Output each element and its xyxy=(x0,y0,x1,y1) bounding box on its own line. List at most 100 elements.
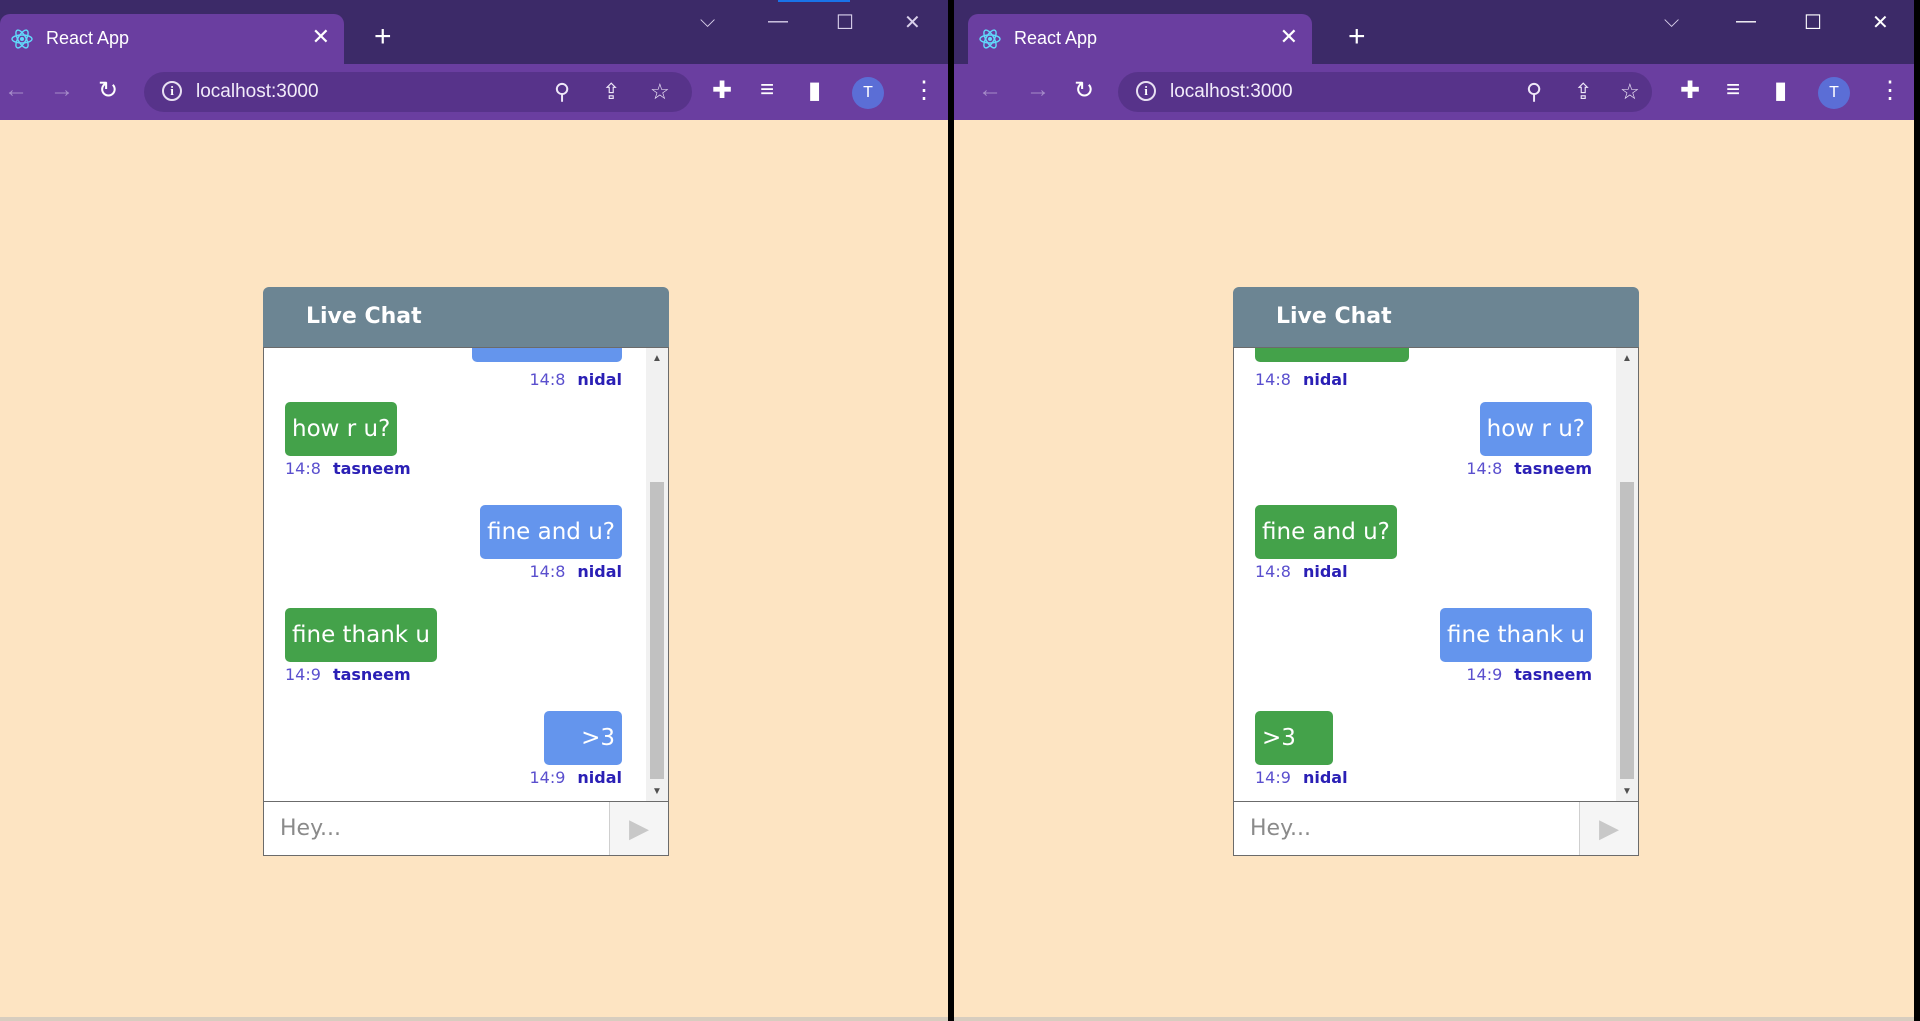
browser-window-right: React App ✕ + ⌵ — ☐ ✕ ← → ↻ i localhost:… xyxy=(954,0,1914,1021)
message-author: nidal xyxy=(1302,562,1348,581)
scroll-up-icon[interactable]: ▲ xyxy=(1620,353,1634,364)
browser-toolbar: ← → ↻ i localhost:3000 ⚲ ⇪ ☆ ✚ ≡ ▮ T ⋮ xyxy=(0,64,948,120)
back-arrow-icon[interactable]: ← xyxy=(978,76,1002,104)
reload-icon[interactable]: ↻ xyxy=(1074,76,1094,105)
scrollbar-thumb[interactable] xyxy=(650,482,664,779)
message-author: tasneem xyxy=(1514,459,1592,478)
message-time: 14:9 xyxy=(285,665,321,684)
message-item: 14:8 nidal xyxy=(472,348,622,389)
message-time: 14:8 xyxy=(1255,370,1291,389)
window-bottom-edge xyxy=(954,1017,1914,1021)
maximize-button[interactable]: ☐ xyxy=(836,10,854,35)
chat-title: Live Chat xyxy=(1276,304,1392,329)
message-bubble: fine and u? xyxy=(1255,505,1397,559)
message-time: 14:8 xyxy=(1255,562,1291,581)
message-author: tasneem xyxy=(332,459,411,478)
message-bubble: fine and u? xyxy=(480,505,622,559)
tab-search-icon[interactable]: ⌵ xyxy=(1664,10,1679,33)
media-control-icon[interactable]: ≡ xyxy=(1726,76,1740,104)
side-panel-icon[interactable]: ▮ xyxy=(808,76,821,105)
browser-tab[interactable]: React App ✕ xyxy=(968,14,1312,64)
message-time: 14:8 xyxy=(529,562,566,581)
message-meta: 14:8 nidal xyxy=(1255,370,1409,389)
chat-footer: ▶ xyxy=(1233,801,1639,856)
window-bottom-edge xyxy=(0,1017,948,1021)
message-meta: 14:9 tasneem xyxy=(285,665,437,684)
chat-title: Live Chat xyxy=(306,304,422,329)
message-item: fine and u? 14:8 nidal xyxy=(480,505,622,581)
reload-icon[interactable]: ↻ xyxy=(98,76,118,105)
close-window-button[interactable]: ✕ xyxy=(904,10,921,35)
send-button[interactable]: ▶ xyxy=(610,802,668,855)
minimize-button[interactable]: — xyxy=(768,10,788,33)
message-meta: 14:8 nidal xyxy=(472,370,622,389)
close-window-button[interactable]: ✕ xyxy=(1872,10,1889,35)
message-meta: 14:8 nidal xyxy=(480,562,622,581)
message-time: 14:8 xyxy=(529,370,566,389)
zoom-icon[interactable]: ⚲ xyxy=(554,79,570,105)
loading-strip xyxy=(778,0,850,2)
extensions-icon[interactable]: ✚ xyxy=(1680,76,1700,105)
back-arrow-icon[interactable]: ← xyxy=(4,76,28,104)
send-button[interactable]: ▶ xyxy=(1580,802,1638,855)
forward-arrow-icon[interactable]: → xyxy=(1026,76,1050,104)
browser-menu-icon[interactable]: ⋮ xyxy=(1878,76,1902,105)
message-item: how r u? 14:8 tasneem xyxy=(285,402,411,478)
chat-scrollbar[interactable]: ▲ ▼ xyxy=(646,348,668,801)
message-bubble: how r u? xyxy=(285,402,398,456)
browser-tab[interactable]: React App ✕ xyxy=(0,14,344,64)
profile-avatar[interactable]: T xyxy=(1818,77,1850,109)
message-item: how r u? 14:8 tasneem xyxy=(1466,402,1592,478)
bookmark-star-icon[interactable]: ☆ xyxy=(1620,79,1640,105)
message-item: fine thank u 14:9 tasneem xyxy=(285,608,437,684)
address-bar[interactable]: i localhost:3000 ⚲ ⇪ ☆ xyxy=(1118,72,1652,112)
message-time: 14:8 xyxy=(285,459,321,478)
scroll-up-icon[interactable]: ▲ xyxy=(650,353,664,364)
title-bar: React App ✕ + ⌵ — ☐ ✕ xyxy=(954,0,1914,64)
message-input[interactable] xyxy=(264,802,610,855)
address-bar[interactable]: i localhost:3000 ⚲ ⇪ ☆ xyxy=(144,72,692,112)
new-tab-button[interactable]: + xyxy=(374,20,392,54)
share-icon[interactable]: ⇪ xyxy=(602,79,620,105)
bookmark-star-icon[interactable]: ☆ xyxy=(650,79,670,105)
chat-header: Live Chat xyxy=(1233,287,1639,347)
scrollbar-thumb[interactable] xyxy=(1620,482,1634,779)
site-info-icon[interactable]: i xyxy=(1136,81,1156,101)
url-text: localhost:3000 xyxy=(196,81,319,102)
media-control-icon[interactable]: ≡ xyxy=(760,76,774,104)
site-info-icon[interactable]: i xyxy=(162,81,182,101)
tab-search-icon[interactable]: ⌵ xyxy=(700,10,715,33)
side-panel-icon[interactable]: ▮ xyxy=(1774,76,1787,105)
message-meta: 14:8 nidal xyxy=(1255,562,1397,581)
scroll-down-icon[interactable]: ▼ xyxy=(650,786,664,797)
tab-title: React App xyxy=(1014,28,1098,48)
zoom-icon[interactable]: ⚲ xyxy=(1526,79,1542,105)
chat-messages[interactable]: 14:8 nidal how r u? 14:8 tasneem fine and … xyxy=(263,347,669,802)
tab-title: React App xyxy=(46,28,130,48)
scroll-down-icon[interactable]: ▼ xyxy=(1620,786,1634,797)
extensions-icon[interactable]: ✚ xyxy=(712,76,732,105)
message-time: 14:8 xyxy=(1466,459,1503,478)
minimize-button[interactable]: — xyxy=(1736,10,1756,33)
message-item: >3 14:9 nidal xyxy=(529,711,622,787)
close-tab-icon[interactable]: ✕ xyxy=(1280,24,1298,50)
browser-menu-icon[interactable]: ⋮ xyxy=(912,76,936,105)
message-time: 14:9 xyxy=(1255,768,1291,787)
chat-scrollbar[interactable]: ▲ ▼ xyxy=(1616,348,1638,801)
message-meta: 14:9 tasneem xyxy=(1440,665,1592,684)
chat-messages[interactable]: 14:8 nidal how r u? 14:8 tasneem fine and … xyxy=(1233,347,1639,802)
message-bubble xyxy=(1255,348,1409,362)
message-time: 14:9 xyxy=(529,768,566,787)
close-tab-icon[interactable]: ✕ xyxy=(312,24,330,50)
message-author: nidal xyxy=(577,768,622,787)
chat-header: Live Chat xyxy=(263,287,669,347)
share-icon[interactable]: ⇪ xyxy=(1574,79,1592,105)
chat-footer: ▶ xyxy=(263,801,669,856)
new-tab-button[interactable]: + xyxy=(1348,20,1366,54)
profile-avatar[interactable]: T xyxy=(852,77,884,109)
maximize-button[interactable]: ☐ xyxy=(1804,10,1822,35)
message-input[interactable] xyxy=(1234,802,1580,855)
message-meta: 14:8 tasneem xyxy=(285,459,411,478)
message-bubble: >3 xyxy=(544,711,622,765)
forward-arrow-icon[interactable]: → xyxy=(50,76,74,104)
